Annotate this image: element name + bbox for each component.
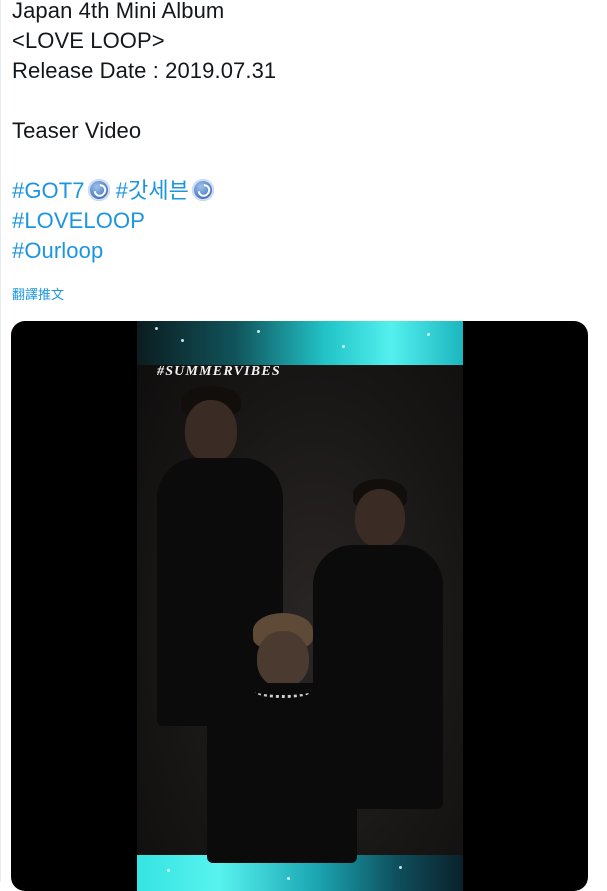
sparkle [257, 330, 260, 333]
face [185, 400, 237, 462]
tweet-line-title: Japan 4th Mini Album [12, 0, 225, 23]
tweet-line-release-date: Release Date : 2019.07.31 [12, 58, 277, 83]
tweet-line-album: <LOVE LOOP> [12, 28, 165, 53]
glow-top-decoration [137, 321, 463, 365]
got7-logo-icon [192, 179, 214, 201]
sparkle [342, 345, 345, 348]
sparkle [155, 327, 158, 330]
media-video-player[interactable]: #SUMMERVIBES [11, 321, 588, 891]
hashtag-ourloop[interactable]: #Ourloop [12, 236, 592, 266]
sparkle [427, 333, 430, 336]
sparkle [181, 339, 184, 342]
hashtag-korean[interactable]: #갓세븐 [116, 178, 189, 203]
got7-logo-icon [87, 179, 110, 201]
sparkle [167, 869, 170, 872]
sparkle [399, 866, 402, 869]
necklace [255, 685, 311, 698]
tweet-line-teaser: Teaser Video [12, 118, 142, 143]
black-outfit [207, 683, 357, 863]
hashtag-loveloop[interactable]: #LOVELOOP [12, 206, 592, 236]
hashtag-got7[interactable]: #GOT7 [12, 178, 85, 203]
face [257, 631, 309, 687]
video-frame: #SUMMERVIBES [137, 321, 463, 891]
translate-tweet-link[interactable]: 翻譯推文 [12, 286, 64, 304]
face [355, 489, 405, 547]
left-border [0, 0, 1, 882]
tweet-text: Japan 4th Mini Album <LOVE LOOP> Release… [12, 0, 592, 266]
sparkle [287, 877, 290, 880]
hashtag-row: #GOT7 #갓세븐 [12, 176, 592, 206]
person-center [207, 613, 357, 863]
video-caption: #SUMMERVIBES [157, 364, 281, 379]
